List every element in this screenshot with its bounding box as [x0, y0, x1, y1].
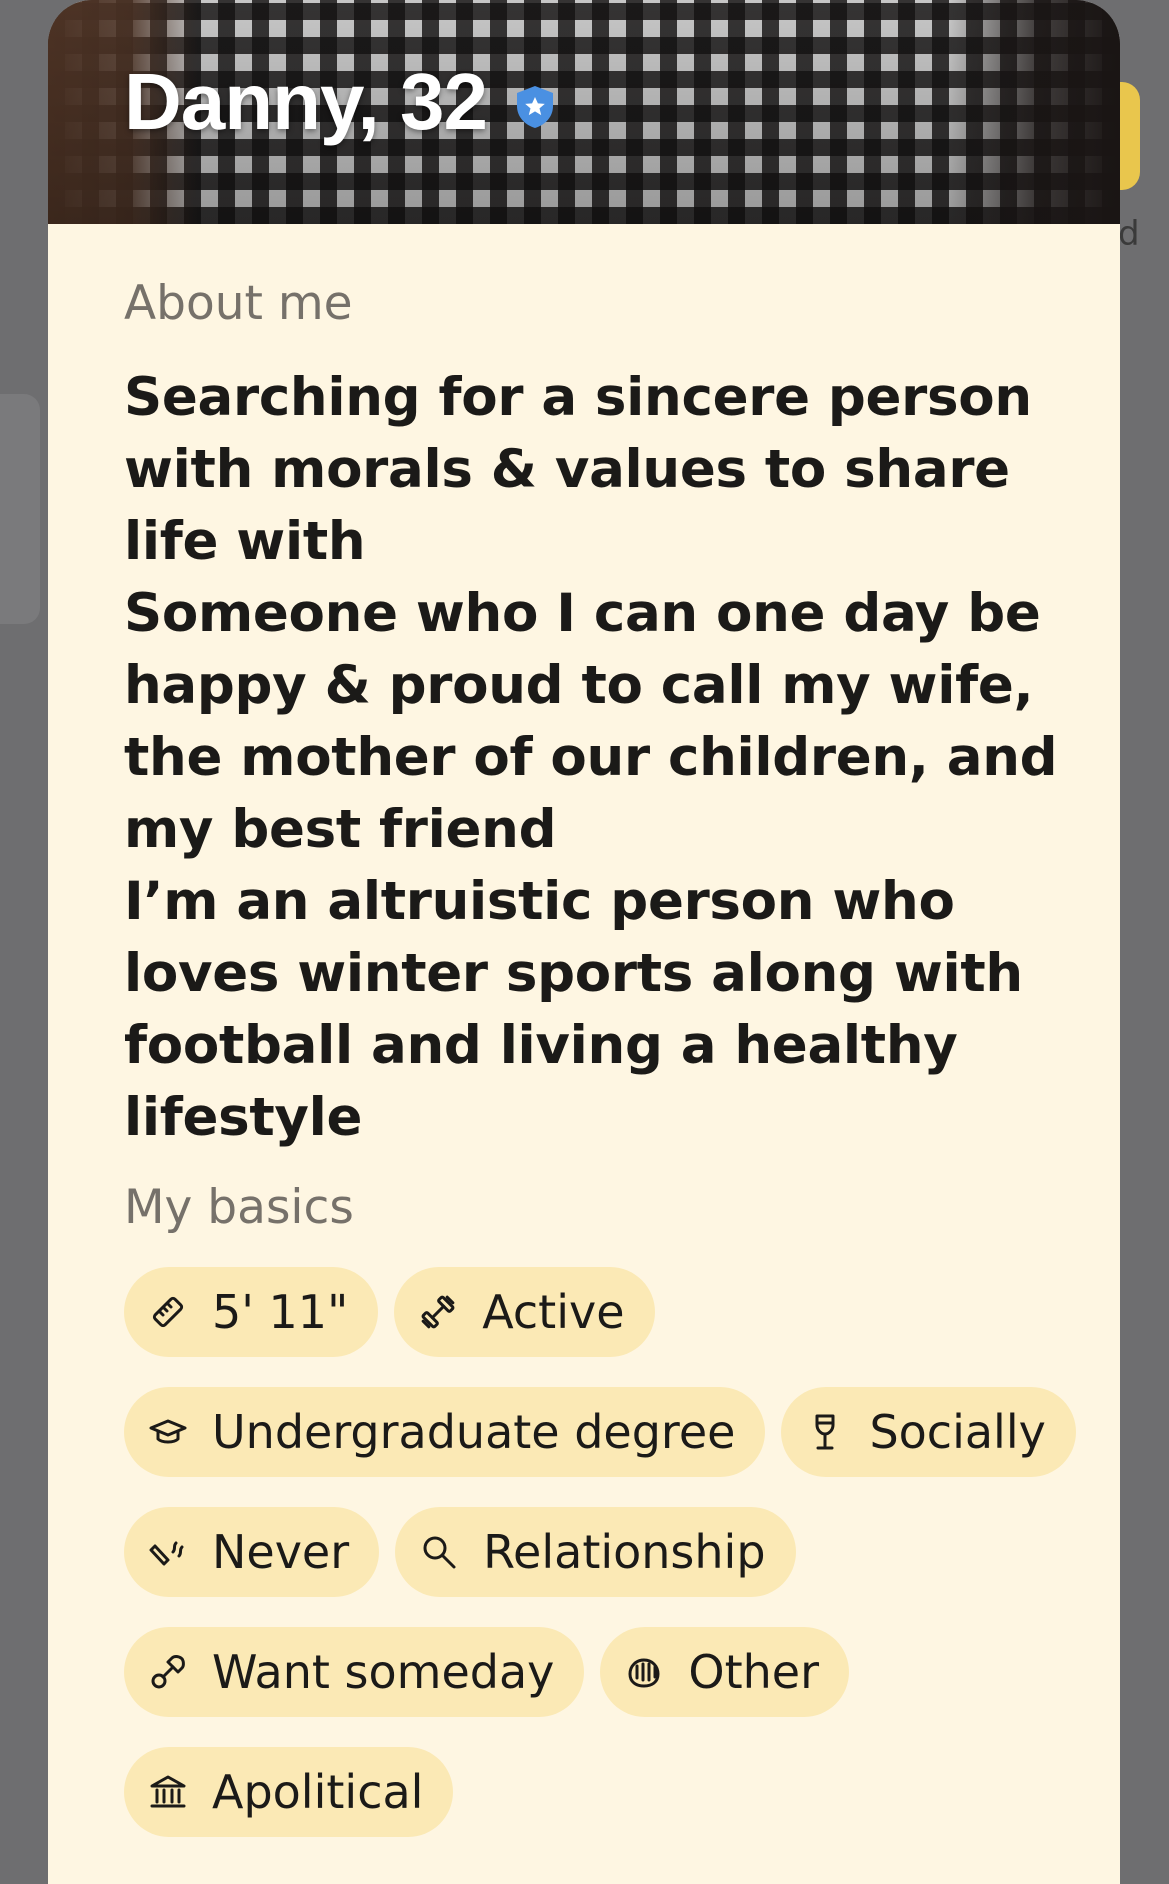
chip-label: Socially	[869, 1405, 1046, 1459]
chip-label: Active	[482, 1285, 625, 1339]
graduation-cap-icon	[149, 1419, 187, 1444]
pacifier-icon	[151, 1655, 185, 1689]
my-basics-label: My basics	[124, 1180, 354, 1235]
ruler-icon	[152, 1296, 184, 1328]
bank-icon	[150, 1775, 186, 1808]
bio-paragraph: I’m an altruistic person who loves winte…	[124, 871, 1023, 1148]
dumbbell-icon	[421, 1295, 455, 1329]
profile-header: Danny, 32	[124, 56, 557, 148]
wine-glass-icon	[815, 1414, 835, 1450]
children-chip[interactable]: Want someday	[124, 1627, 585, 1717]
background-card-glyph: d	[1118, 214, 1140, 254]
drinking-chip[interactable]: Socially	[781, 1387, 1076, 1477]
chip-label: Relationship	[483, 1525, 766, 1579]
profile-card[interactable]: Danny, 32 About me Searching for a since…	[48, 0, 1120, 1884]
cigarette-icon	[149, 1541, 184, 1566]
education-chip[interactable]: Undergraduate degree	[124, 1387, 766, 1477]
profile-photo[interactable]: Danny, 32	[48, 0, 1120, 224]
politics-chip[interactable]: Apolitical	[124, 1747, 454, 1837]
verified-badge-icon	[517, 86, 553, 128]
bio-paragraph: Someone who I can one day be happy & pro…	[124, 583, 1058, 860]
chip-label: Undergraduate degree	[212, 1405, 736, 1459]
smoking-chip[interactable]: Never	[124, 1507, 380, 1597]
religion-chip[interactable]: Other	[600, 1627, 849, 1717]
looking-for-chip[interactable]: Relationship	[395, 1507, 796, 1597]
chip-label: 5' 11"	[212, 1285, 349, 1339]
profile-name-age: Danny, 32	[124, 57, 488, 146]
chip-label: Other	[688, 1645, 819, 1699]
chip-label: Want someday	[212, 1645, 555, 1699]
exercise-chip[interactable]: Active	[394, 1267, 655, 1357]
basics-chip-list: 5' 11" Active Undergraduate degree Socia…	[124, 1267, 1104, 1867]
chip-label: Never	[212, 1525, 350, 1579]
background-card-edge	[0, 394, 40, 624]
height-chip[interactable]: 5' 11"	[124, 1267, 379, 1357]
praying-hands-icon	[628, 1658, 660, 1688]
magnifier-icon	[423, 1536, 456, 1569]
about-me-label: About me	[124, 276, 353, 331]
chip-label: Apolitical	[212, 1765, 424, 1819]
bio-paragraph: Searching for a sincere person with mora…	[124, 367, 1032, 572]
about-me-bio: Searching for a sincere person with mora…	[124, 362, 1084, 1154]
